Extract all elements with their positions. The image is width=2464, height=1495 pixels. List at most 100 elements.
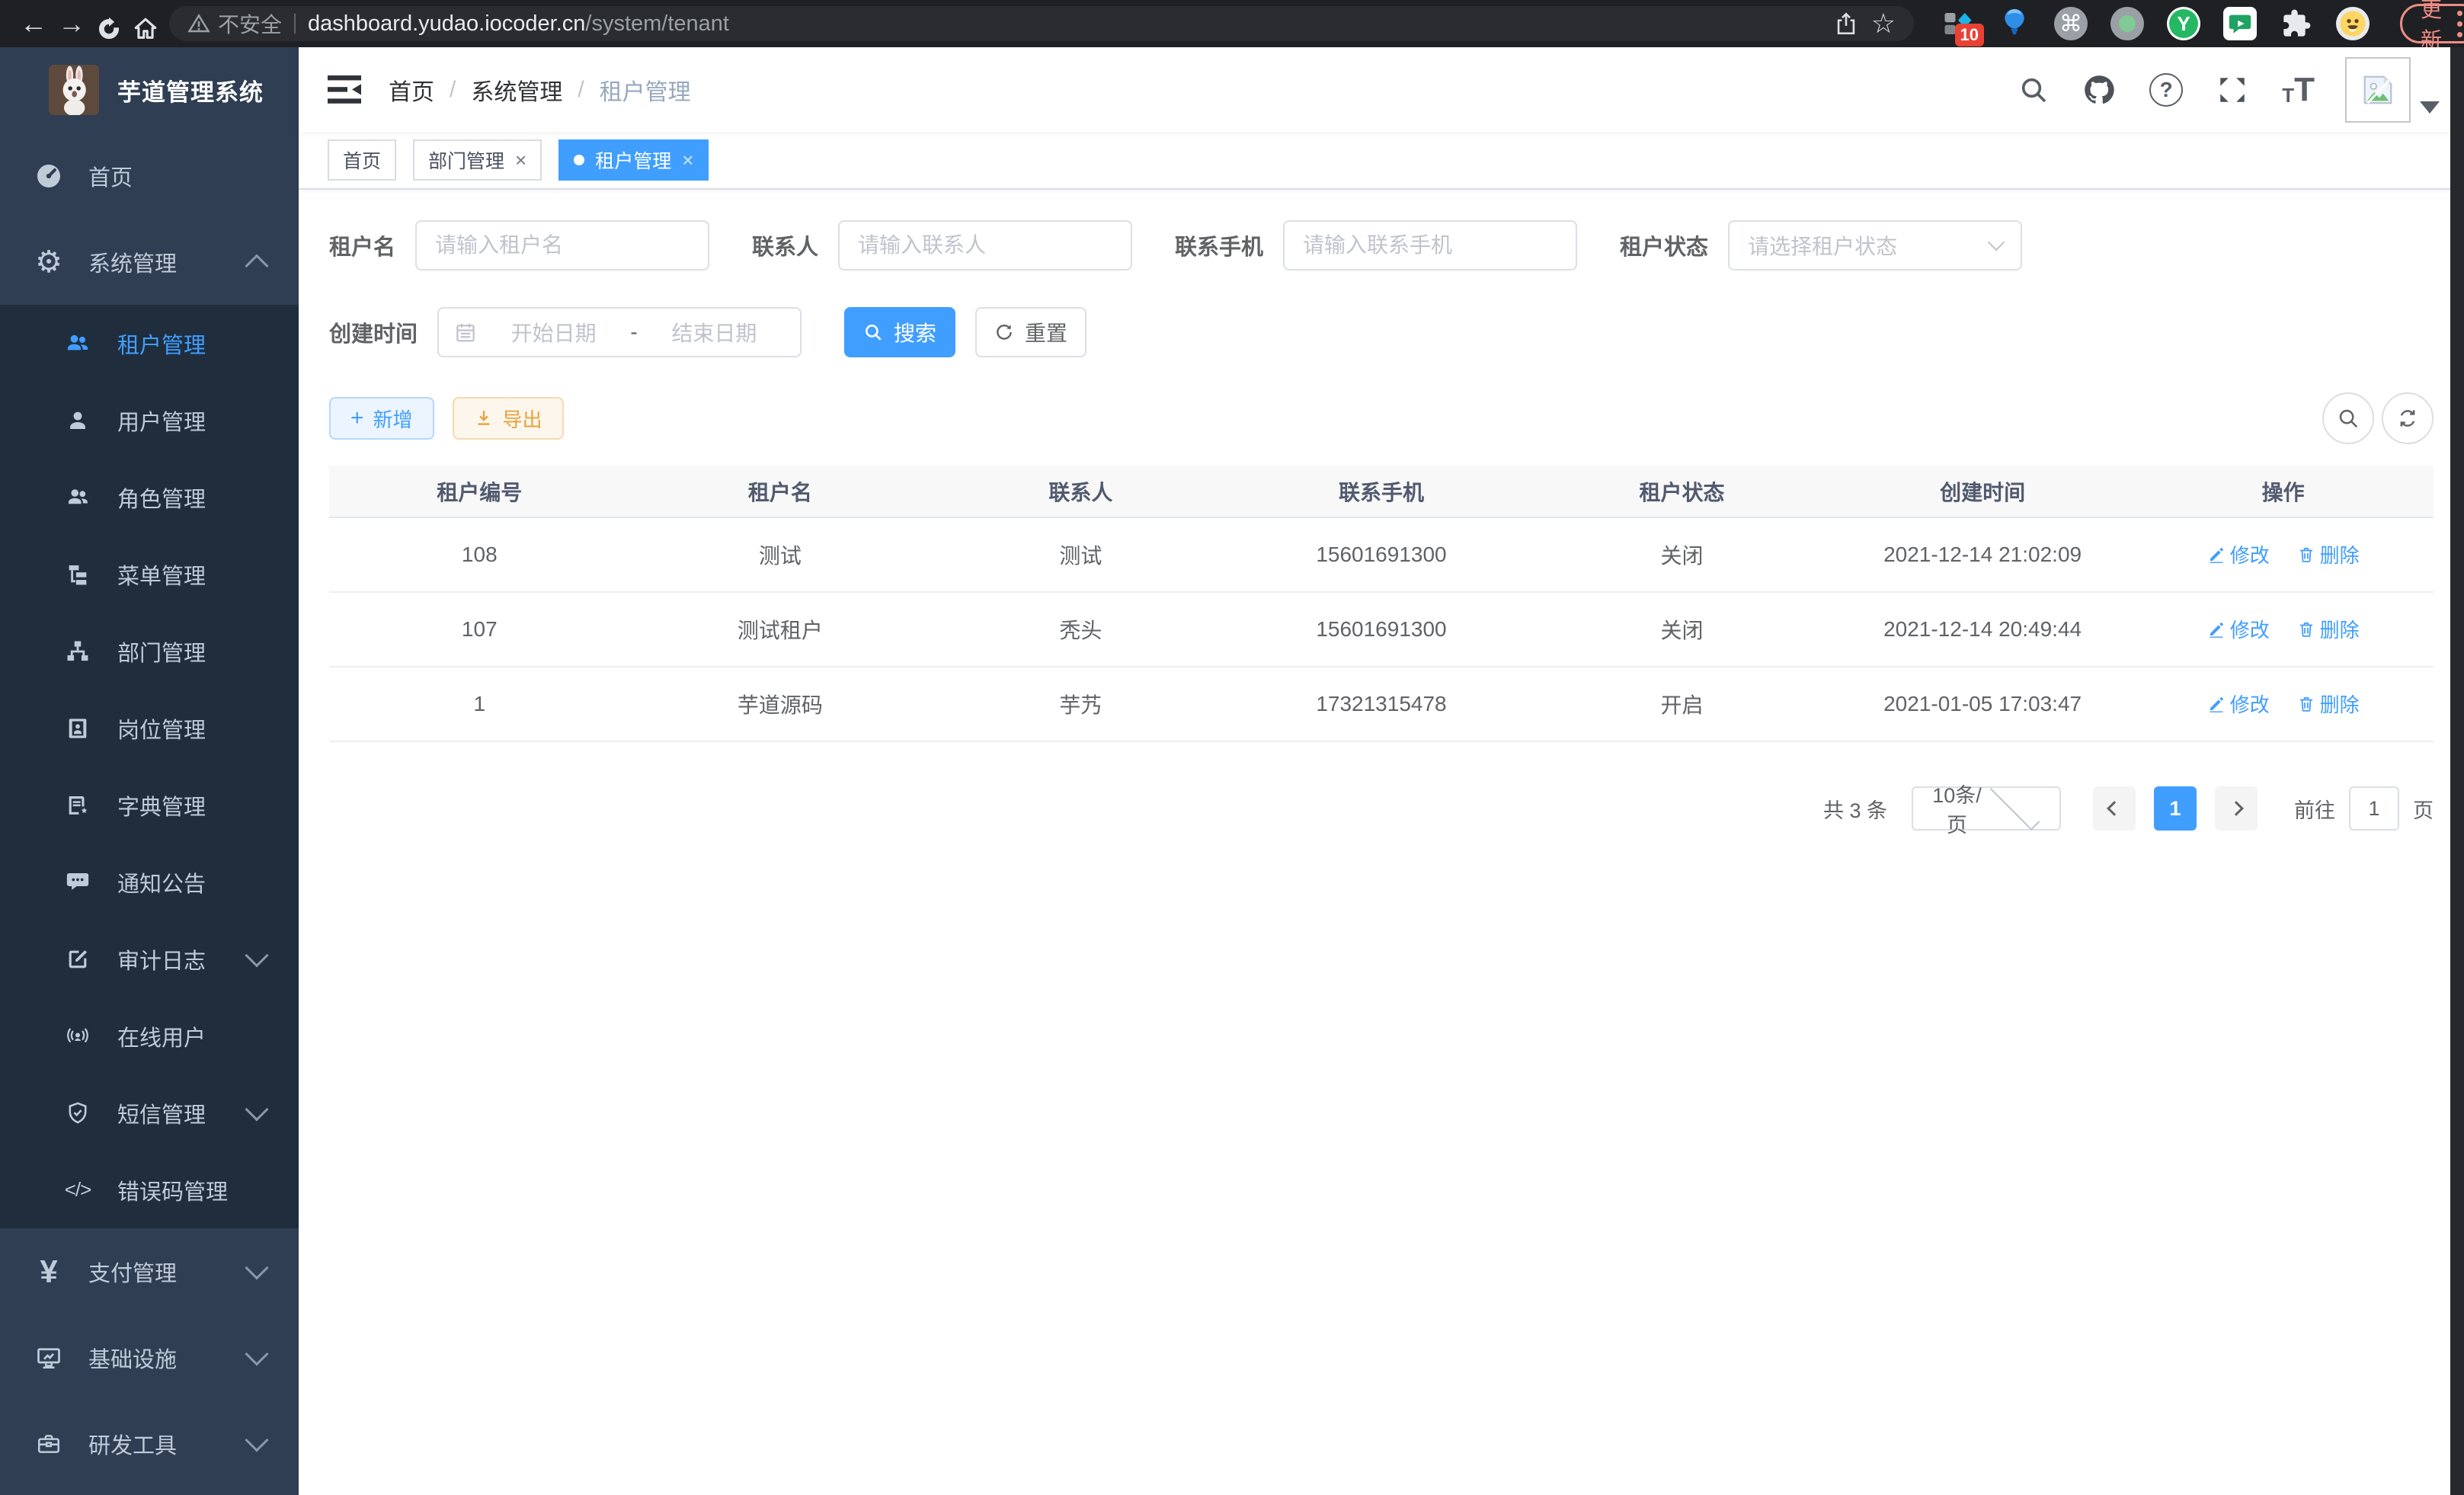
browser-reload-icon[interactable] bbox=[96, 5, 122, 42]
sidebar-item-online-users[interactable]: 在线用户 bbox=[0, 997, 299, 1074]
share-icon[interactable] bbox=[1833, 11, 1859, 37]
app-title: 芋道管理系统 bbox=[117, 73, 264, 107]
date-range-picker[interactable]: 开始日期 - 结束日期 bbox=[437, 307, 802, 357]
chevron-down-icon bbox=[245, 1428, 268, 1452]
tenant-name-input[interactable] bbox=[415, 220, 709, 271]
command-extension-icon[interactable]: ⌘ bbox=[2054, 7, 2088, 40]
sidebar-item-sms[interactable]: 短信管理 bbox=[0, 1074, 299, 1151]
sidebar-item-infra[interactable]: 基础设施 bbox=[0, 1314, 299, 1401]
edit-link[interactable]: 修改 bbox=[2207, 690, 2270, 718]
balloon-extension-icon[interactable] bbox=[1998, 7, 2031, 40]
dashboard-icon bbox=[30, 162, 67, 190]
tab-home[interactable]: 首页 bbox=[328, 139, 396, 181]
col-tenant-id: 租户编号 bbox=[329, 466, 630, 517]
sidebar-item-label: 用户管理 bbox=[117, 405, 276, 437]
delete-link[interactable]: 删除 bbox=[2297, 690, 2360, 718]
browser-menu-icon[interactable] bbox=[2454, 8, 2464, 40]
sidebar-item-label: 首页 bbox=[88, 160, 276, 192]
tab-label: 租户管理 bbox=[595, 146, 671, 174]
sidebar-item-post[interactable]: 岗位管理 bbox=[0, 690, 299, 767]
reset-button[interactable]: 重置 bbox=[975, 307, 1086, 357]
next-page-button[interactable] bbox=[2215, 786, 2258, 831]
profile-avatar-icon[interactable] bbox=[2336, 7, 2370, 40]
goto-page-input[interactable] bbox=[2349, 786, 2399, 831]
delete-link[interactable]: 删除 bbox=[2297, 540, 2360, 568]
browser-back-icon[interactable]: ← bbox=[20, 0, 47, 47]
tab-tenant[interactable]: 租户管理 × bbox=[558, 139, 709, 181]
status-select[interactable]: 请选择租户状态 bbox=[1728, 220, 2022, 271]
extensions-puzzle-icon[interactable] bbox=[2280, 7, 2313, 40]
sidebar-item-notice[interactable]: 通知公告 bbox=[0, 844, 299, 920]
sidebar-item-dict[interactable]: 字典管理 bbox=[0, 767, 299, 844]
pagination: 共 3 条 10条/页 1 前往 页 bbox=[329, 786, 2434, 831]
sidebar-item-audit-log[interactable]: 审计日志 bbox=[0, 920, 299, 997]
sidebar-collapse-icon[interactable] bbox=[326, 74, 363, 106]
browser-update-button[interactable]: 更新 bbox=[2400, 4, 2464, 43]
sidebar-item-system[interactable]: ⚙ 系统管理 bbox=[0, 219, 299, 305]
page-number-1[interactable]: 1 bbox=[2154, 786, 2197, 831]
chevron-down-icon bbox=[245, 1097, 268, 1121]
font-size-icon[interactable]: TT bbox=[2282, 73, 2315, 107]
tab-close-icon[interactable]: × bbox=[515, 150, 526, 170]
header-search-icon[interactable] bbox=[2018, 75, 2049, 105]
code-icon: </> bbox=[59, 1178, 96, 1202]
tab-label: 首页 bbox=[343, 146, 381, 174]
plus-icon: + bbox=[350, 407, 364, 430]
page-size-select[interactable]: 10条/页 bbox=[1912, 786, 2061, 831]
tab-dept[interactable]: 部门管理 × bbox=[413, 139, 542, 181]
url-path: /system/tenant bbox=[585, 11, 729, 36]
avatar-dropdown-caret[interactable] bbox=[2420, 101, 2440, 114]
add-button[interactable]: + 新增 bbox=[329, 397, 434, 440]
breadcrumb-separator: / bbox=[450, 77, 456, 103]
sidebar-item-label: 基础设施 bbox=[88, 1342, 248, 1374]
github-icon[interactable] bbox=[2082, 73, 2116, 107]
breadcrumb-home[interactable]: 首页 bbox=[389, 73, 434, 107]
sidebar-item-dept[interactable]: 部门管理 bbox=[0, 613, 299, 690]
sidebar-item-user[interactable]: 用户管理 bbox=[0, 382, 299, 459]
search-button[interactable]: 搜索 bbox=[844, 307, 955, 357]
sidebar-item-menu[interactable]: 菜单管理 bbox=[0, 536, 299, 613]
tab-close-icon[interactable]: × bbox=[682, 150, 693, 170]
table-row: 1 芋道源码 芋艿 17321315478 开启 2021-01-05 17:0… bbox=[329, 667, 2434, 741]
help-icon[interactable]: ? bbox=[2149, 73, 2183, 107]
sidebar-item-payment[interactable]: ¥ 支付管理 bbox=[0, 1228, 299, 1314]
sidebar-item-devtools[interactable]: 研发工具 bbox=[0, 1401, 299, 1487]
sidebar: 芋道管理系统 首页 ⚙ 系统管理 租户管理 用户 bbox=[0, 47, 299, 1495]
system-submenu: 租户管理 用户管理 角色管理 菜单管理 bbox=[0, 305, 299, 1228]
security-warning-icon[interactable]: 不安全 bbox=[187, 8, 282, 39]
delete-link[interactable]: 删除 bbox=[2297, 615, 2360, 643]
id-badge-icon bbox=[59, 716, 96, 741]
sidebar-item-tenant[interactable]: 租户管理 bbox=[0, 305, 299, 382]
breadcrumb-system[interactable]: 系统管理 bbox=[471, 73, 562, 107]
yuque-extension-icon[interactable]: Y bbox=[2167, 7, 2200, 40]
export-button[interactable]: 导出 bbox=[453, 397, 564, 440]
refresh-table-button[interactable] bbox=[2382, 392, 2434, 444]
sidebar-item-label: 通知公告 bbox=[117, 866, 276, 898]
app-logo[interactable]: 芋道管理系统 bbox=[0, 47, 299, 133]
sidebar-item-home[interactable]: 首页 bbox=[0, 133, 299, 219]
fullscreen-icon[interactable] bbox=[2216, 74, 2248, 106]
col-created: 创建时间 bbox=[1832, 466, 2133, 517]
contact-input[interactable] bbox=[838, 220, 1132, 271]
mobile-input[interactable] bbox=[1283, 220, 1577, 271]
prev-page-button[interactable] bbox=[2093, 786, 2136, 831]
user-avatar[interactable] bbox=[2345, 57, 2411, 123]
toggle-search-button[interactable] bbox=[2322, 392, 2374, 444]
sidebar-item-role[interactable]: 角色管理 bbox=[0, 459, 299, 536]
chat-extension-icon[interactable] bbox=[2223, 7, 2257, 40]
sidebar-item-label: 部门管理 bbox=[117, 635, 276, 667]
recorder-extension-icon[interactable] bbox=[2110, 7, 2144, 40]
broadcast-icon bbox=[59, 1023, 96, 1050]
status-text: 开启 bbox=[1531, 667, 1832, 741]
sidebar-item-label: 字典管理 bbox=[117, 789, 276, 821]
breadcrumb-separator: / bbox=[578, 77, 584, 103]
bookmark-star-icon[interactable]: ☆ bbox=[1871, 8, 1896, 40]
sidebar-item-errcode[interactable]: </> 错误码管理 bbox=[0, 1151, 299, 1228]
adblock-extension-icon[interactable]: 10 bbox=[1941, 7, 1975, 40]
edit-link[interactable]: 修改 bbox=[2207, 615, 2270, 643]
address-bar[interactable]: 不安全 dashboard.yudao.iocoder.cn/system/te… bbox=[169, 6, 1914, 41]
browser-forward-icon[interactable]: → bbox=[58, 0, 85, 47]
browser-home-icon[interactable] bbox=[133, 5, 158, 42]
edit-link[interactable]: 修改 bbox=[2207, 540, 2270, 568]
chevron-down-icon bbox=[1990, 780, 2040, 831]
